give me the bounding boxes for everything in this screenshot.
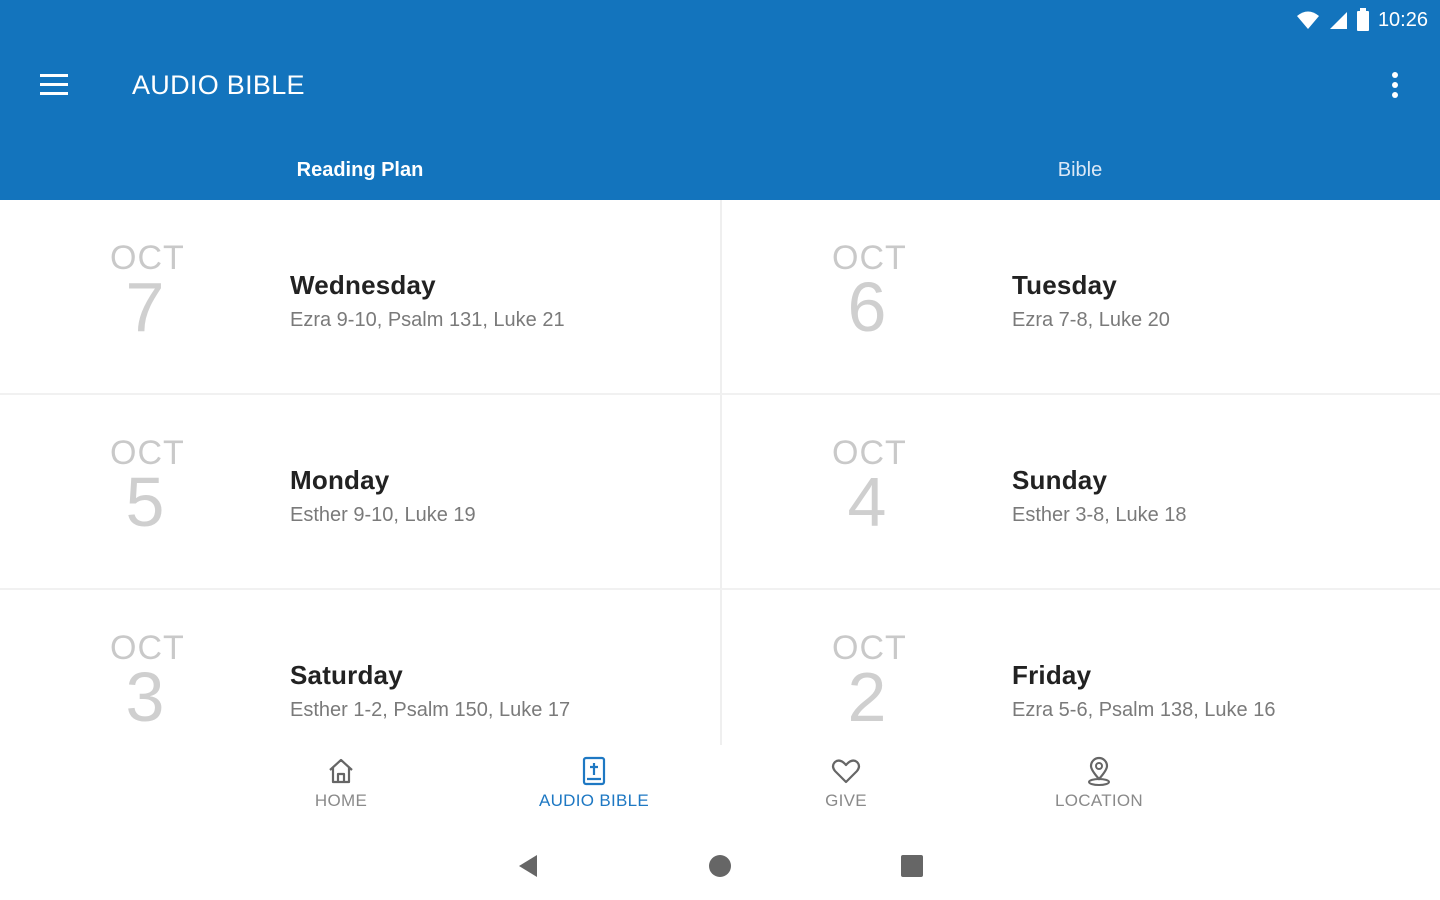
nav-audio-bible[interactable]: AUDIO BIBLE — [514, 755, 674, 819]
date-day: 2 — [847, 658, 887, 736]
reading-card[interactable]: OCT 5 Monday Esther 9-10, Luke 19 — [0, 395, 720, 590]
reading-info: Sunday Esther 3-8, Luke 18 — [1012, 465, 1187, 527]
tab-bible[interactable]: Bible — [720, 140, 1440, 200]
reading-plan-grid: OCT 7 Wednesday Ezra 9-10, Psalm 131, Lu… — [0, 200, 1440, 745]
reading-info: Friday Ezra 5-6, Psalm 138, Luke 16 — [1012, 660, 1275, 722]
nav-label: AUDIO BIBLE — [538, 791, 650, 810]
reading-weekday: Sunday — [1012, 465, 1108, 495]
date-block: OCT 3 — [110, 630, 184, 736]
nav-home[interactable]: HOME — [261, 755, 421, 819]
date-block: OCT 2 — [832, 630, 906, 736]
reading-passages: Esther 1-2, Psalm 150, Luke 17 — [290, 699, 571, 721]
nav-label: GIVE — [825, 791, 867, 810]
tab-bar: Reading Plan Bible — [0, 140, 1440, 200]
reading-passages: Ezra 9-10, Psalm 131, Luke 21 — [290, 309, 565, 331]
date-day: 7 — [125, 268, 165, 346]
back-triangle-icon — [519, 855, 537, 877]
system-navigation-bar — [0, 830, 1440, 900]
reading-card[interactable]: OCT 2 Friday Ezra 5-6, Psalm 138, Luke 1… — [720, 590, 1440, 745]
tab-label: Bible — [1057, 158, 1103, 181]
recents-square-icon — [901, 855, 923, 877]
date-block: OCT 7 — [110, 240, 184, 346]
reading-passages: Ezra 7-8, Luke 20 — [1012, 309, 1170, 331]
date-day: 4 — [847, 463, 887, 541]
date-day: 5 — [125, 463, 165, 541]
bible-icon — [582, 756, 606, 786]
reading-weekday: Tuesday — [1012, 270, 1117, 300]
location-pin-icon — [1088, 756, 1110, 786]
status-time: 10:26 — [1377, 8, 1428, 31]
reading-weekday: Wednesday — [290, 270, 436, 300]
date-block: OCT 4 — [832, 435, 906, 541]
reading-passages: Esther 9-10, Luke 19 — [290, 504, 476, 526]
date-day: 3 — [125, 658, 165, 736]
reading-info: Monday Esther 9-10, Luke 19 — [290, 465, 476, 527]
date-day: 6 — [847, 268, 887, 346]
date-block: OCT 5 — [110, 435, 184, 541]
bottom-navigation: HOME AUDIO BIBLE GIVE LOCATION — [0, 745, 1440, 825]
reading-card[interactable]: OCT 3 Saturday Esther 1-2, Psalm 150, Lu… — [0, 590, 720, 745]
reading-weekday: Monday — [290, 465, 390, 495]
home-circle-icon — [709, 855, 731, 877]
nav-give[interactable]: GIVE — [766, 755, 926, 819]
reading-card[interactable]: OCT 4 Sunday Esther 3-8, Luke 18 — [720, 395, 1440, 590]
cell-signal-icon — [1329, 12, 1347, 29]
home-icon — [329, 758, 353, 784]
nav-location[interactable]: LOCATION — [1019, 755, 1179, 819]
battery-icon — [1356, 8, 1369, 31]
reading-passages: Ezra 5-6, Psalm 138, Luke 16 — [1012, 699, 1276, 721]
date-block: OCT 6 — [832, 240, 906, 346]
system-home-button[interactable] — [704, 850, 736, 882]
nav-label: LOCATION — [1054, 791, 1144, 810]
system-back-button[interactable] — [512, 850, 544, 882]
reading-card[interactable]: OCT 6 Tuesday Ezra 7-8, Luke 20 — [720, 200, 1440, 395]
reading-card[interactable]: OCT 7 Wednesday Ezra 9-10, Psalm 131, Lu… — [0, 200, 720, 395]
hamburger-menu-icon — [40, 74, 68, 95]
more-vert-icon — [1392, 72, 1398, 98]
reading-passages: Esther 3-8, Luke 18 — [1012, 504, 1187, 526]
reading-info: Tuesday Ezra 7-8, Luke 20 — [1012, 270, 1170, 332]
reading-info: Wednesday Ezra 9-10, Psalm 131, Luke 21 — [290, 270, 565, 332]
menu-button[interactable] — [36, 68, 72, 104]
tab-label: Reading Plan — [296, 158, 424, 181]
reading-weekday: Friday — [1012, 660, 1092, 690]
page-title: AUDIO BIBLE — [132, 70, 305, 100]
nav-label: HOME — [314, 791, 368, 810]
tab-reading-plan[interactable]: Reading Plan — [0, 140, 720, 200]
status-bar: 10:26 — [1296, 6, 1428, 34]
wifi-icon — [1296, 11, 1319, 29]
reading-info: Saturday Esther 1-2, Psalm 150, Luke 17 — [290, 660, 570, 722]
app-bar: 10:26 AUDIO BIBLE Reading Plan Bible — [0, 0, 1440, 200]
overflow-menu-button[interactable] — [1380, 66, 1410, 106]
reading-weekday: Saturday — [290, 660, 403, 690]
heart-icon — [831, 759, 861, 784]
system-recents-button[interactable] — [896, 850, 928, 882]
